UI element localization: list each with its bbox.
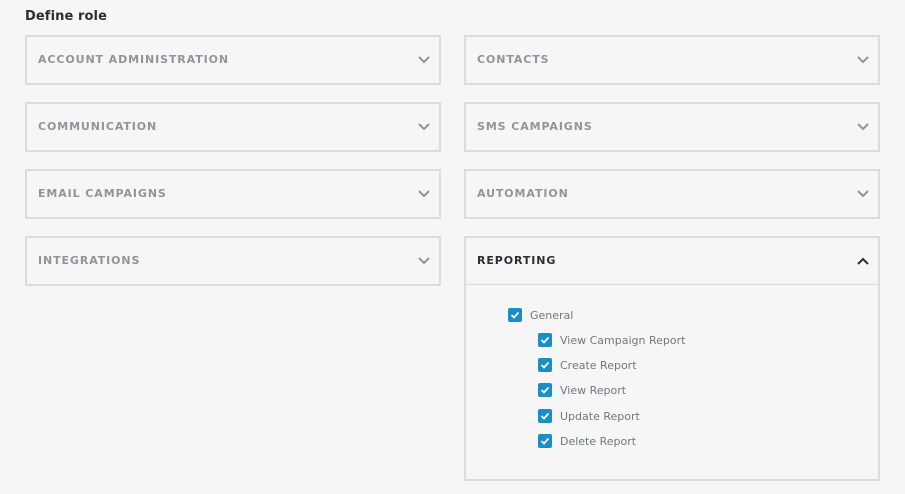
permission-label: Create Report: [560, 358, 637, 372]
chevron-down-icon[interactable]: [417, 54, 431, 66]
section-label: COMMUNICATION: [38, 120, 158, 133]
chevron-down-icon[interactable]: [417, 188, 431, 200]
chevron-up-icon[interactable]: [856, 255, 870, 267]
permission-general[interactable]: General: [508, 307, 573, 323]
section-header-account-administration[interactable]: ACCOUNT ADMINISTRATION: [27, 37, 439, 83]
permission-delete-report[interactable]: Delete Report: [538, 433, 636, 449]
checkmark-icon: [540, 361, 550, 369]
section-header-communication[interactable]: COMMUNICATION: [27, 104, 439, 150]
permission-label: View Report: [560, 383, 627, 397]
section-label: INTEGRATIONS: [38, 254, 141, 267]
checkmark-icon: [510, 311, 520, 319]
section-contacts: CONTACTS: [464, 35, 880, 85]
section-header-integrations[interactable]: INTEGRATIONS: [27, 238, 439, 284]
section-integrations: INTEGRATIONS: [25, 236, 441, 286]
chevron-down-icon[interactable]: [856, 54, 870, 66]
permission-view-report[interactable]: View Report: [538, 382, 626, 398]
section-communication: COMMUNICATION: [25, 102, 441, 152]
checkbox-view-campaign-report[interactable]: [538, 333, 552, 347]
chevron-down-icon[interactable]: [856, 121, 870, 133]
checkbox-update-report[interactable]: [538, 409, 552, 423]
permission-label: Delete Report: [560, 434, 637, 448]
section-automation: AUTOMATION: [464, 169, 880, 219]
permission-label: General: [530, 308, 574, 322]
page-title: Define role: [25, 9, 108, 24]
section-label: CONTACTS: [477, 53, 550, 66]
checkmark-icon: [540, 437, 550, 445]
checkbox-create-report[interactable]: [538, 358, 552, 372]
chevron-down-icon[interactable]: [856, 188, 870, 200]
chevron-down-icon[interactable]: [417, 255, 431, 267]
define-role-page: Define role ACCOUNT ADMINISTRATION CONTA…: [0, 0, 905, 494]
section-sms-campaigns: SMS CAMPAIGNS: [464, 102, 880, 152]
checkbox-view-report[interactable]: [538, 383, 552, 397]
section-account-administration: ACCOUNT ADMINISTRATION: [25, 35, 441, 85]
section-header-automation[interactable]: AUTOMATION: [466, 171, 878, 217]
permission-update-report[interactable]: Update Report: [538, 408, 640, 424]
checkmark-icon: [540, 386, 550, 394]
section-header-reporting[interactable]: REPORTING: [466, 238, 878, 284]
checkmark-icon: [540, 336, 550, 344]
section-label: EMAIL CAMPAIGNS: [38, 187, 167, 200]
checkbox-general[interactable]: [508, 308, 522, 322]
section-header-contacts[interactable]: CONTACTS: [466, 37, 878, 83]
section-header-email-campaigns[interactable]: EMAIL CAMPAIGNS: [27, 171, 439, 217]
reporting-permissions: General View Campaign Report Create Repo…: [466, 284, 878, 480]
section-email-campaigns: EMAIL CAMPAIGNS: [25, 169, 441, 219]
section-label: SMS CAMPAIGNS: [477, 120, 593, 133]
permission-label: Update Report: [560, 409, 640, 423]
chevron-down-icon[interactable]: [417, 121, 431, 133]
section-header-sms-campaigns[interactable]: SMS CAMPAIGNS: [466, 104, 878, 150]
section-label: ACCOUNT ADMINISTRATION: [38, 53, 229, 66]
section-reporting: REPORTING General View Campaign Report C…: [464, 236, 880, 481]
permission-create-report[interactable]: Create Report: [538, 357, 637, 373]
section-label: REPORTING: [477, 254, 557, 267]
checkbox-delete-report[interactable]: [538, 434, 552, 448]
section-label: AUTOMATION: [477, 187, 569, 200]
checkmark-icon: [540, 412, 550, 420]
permission-view-campaign-report[interactable]: View Campaign Report: [538, 332, 685, 348]
permission-label: View Campaign Report: [560, 333, 686, 347]
